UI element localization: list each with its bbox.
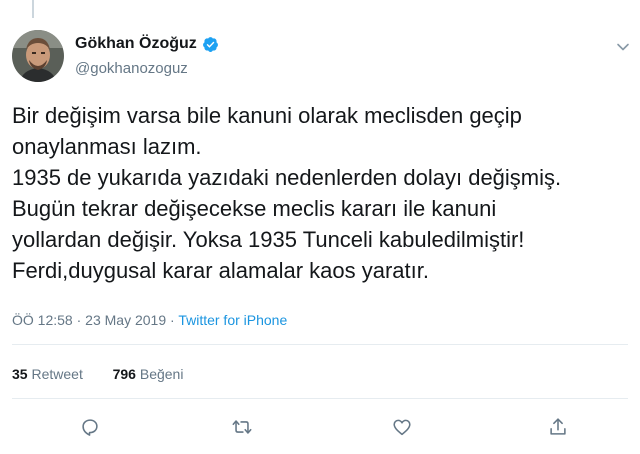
tweet-line: yollardan değişir. Yoksa 1935 Tunceli ka… — [12, 227, 525, 252]
share-icon — [550, 418, 566, 435]
like-label: Beğeni — [139, 366, 184, 382]
tweet-source-link[interactable]: Twitter for iPhone — [178, 312, 287, 328]
tweet-stats: 35 Retweet 796 Beğeni — [12, 366, 183, 382]
meta-separator: · — [76, 312, 82, 328]
retweet-icon — [232, 420, 252, 434]
retweet-stat[interactable]: 35 Retweet — [12, 366, 83, 382]
tweet-actions — [0, 416, 640, 440]
tweet-line: Ferdi,duygusal karar alamalar kaos yarat… — [12, 258, 429, 283]
tweet-time[interactable]: ÖÖ 12:58 — [12, 312, 73, 328]
tweet-text: Bir değişim varsa bile kanuni olarak mec… — [12, 100, 628, 286]
tweet-line: Bir değişim varsa bile kanuni olarak mec… — [12, 103, 522, 128]
retweet-count: 35 — [12, 366, 28, 382]
divider — [12, 344, 628, 345]
reply-icon — [82, 419, 98, 436]
thread-connector-line — [32, 0, 34, 18]
divider — [12, 398, 628, 399]
author-name[interactable]: Gökhan Özoğuz — [75, 35, 197, 53]
retweet-label: Retweet — [31, 366, 83, 382]
author-row: Gökhan Özoğuz — [75, 35, 219, 53]
tweet-line: onaylanması lazım. — [12, 134, 202, 159]
like-button[interactable] — [391, 416, 415, 440]
tweet-line: 1935 de yukarıda yazıdaki nedenlerden do… — [12, 165, 562, 190]
retweet-button[interactable] — [231, 416, 255, 440]
avatar-photo — [12, 30, 64, 82]
meta-separator: · — [170, 312, 175, 328]
tweet-date[interactable]: 23 May 2019 — [85, 312, 166, 328]
like-icon — [393, 419, 411, 436]
tweet-line: Bugün tekrar değişecekse meclis kararı i… — [12, 196, 497, 221]
chevron-down-icon[interactable] — [616, 40, 630, 54]
verified-badge-icon — [202, 36, 218, 52]
tweet-meta: ÖÖ 12:58 · 23 May 2019 · Twitter for iPh… — [12, 312, 287, 328]
share-button[interactable] — [547, 416, 571, 440]
avatar[interactable] — [12, 30, 64, 82]
reply-button[interactable] — [79, 416, 103, 440]
author-handle[interactable]: @gokhanozoguz — [75, 60, 188, 77]
like-count: 796 — [112, 366, 136, 382]
like-stat[interactable]: 796 Beğeni — [113, 366, 184, 382]
